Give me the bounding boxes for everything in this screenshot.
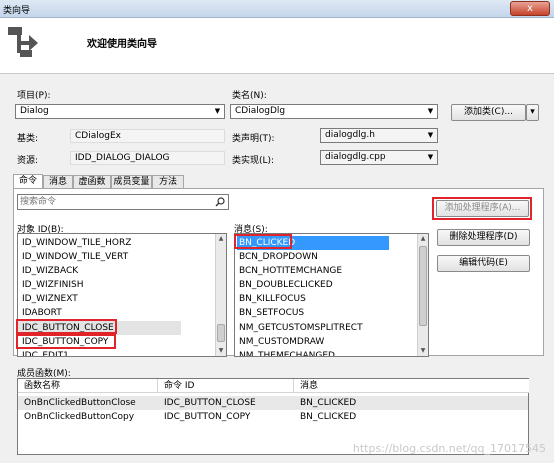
- class-impl-value: dialogdlg.cpp: [325, 152, 386, 162]
- class-impl-combo[interactable]: dialogdlg.cpp ▼: [320, 150, 438, 165]
- list-item[interactable]: BN_SETFOCUS: [239, 306, 304, 320]
- delete-handler-button[interactable]: 删除处理程序(D): [437, 229, 530, 246]
- scroll-up-icon[interactable]: ▲: [418, 234, 428, 244]
- window-title: 类向导: [3, 6, 31, 16]
- search-input[interactable]: [20, 196, 210, 208]
- messages-scrollbar[interactable]: ▲ ▼: [417, 234, 428, 356]
- chevron-down-icon: ▼: [427, 131, 434, 139]
- tab-messages[interactable]: 消息: [43, 175, 73, 189]
- add-class-dropdown-button[interactable]: ▾: [526, 104, 539, 121]
- edit-code-button[interactable]: 编辑代码(E): [437, 255, 530, 272]
- object-id-scrollbar[interactable]: ▲ ▼: [215, 234, 226, 356]
- class-name-combo[interactable]: CDialogDlg ▼: [230, 104, 438, 119]
- title-bar: 类向导 x: [0, 0, 554, 18]
- scroll-up-icon[interactable]: ▲: [216, 234, 226, 244]
- table-cell: BN_CLICKED: [300, 398, 357, 408]
- base-class-label: 基类:: [17, 134, 39, 144]
- highlight-box-bn-clicked: [234, 234, 292, 249]
- table-cell: IDC_BUTTON_CLOSE: [164, 398, 256, 408]
- class-decl-combo[interactable]: dialogdlg.h ▼: [320, 128, 438, 143]
- project-combo[interactable]: Dialog ▼: [15, 104, 225, 119]
- column-header-message[interactable]: 消息: [294, 379, 529, 393]
- resource-value: IDD_DIALOG_DIALOG: [75, 153, 170, 163]
- scroll-down-icon[interactable]: ▼: [418, 346, 428, 356]
- scroll-thumb[interactable]: [217, 324, 225, 342]
- table-cell: IDC_BUTTON_COPY: [164, 412, 251, 422]
- table-cell: OnBnClickedButtonCopy: [24, 412, 135, 422]
- table-cell: OnBnClickedButtonClose: [24, 398, 136, 408]
- welcome-text: 欢迎使用类向导: [87, 39, 157, 50]
- column-header-command-id[interactable]: 命令 ID: [158, 379, 294, 393]
- list-item[interactable]: NM_THEMECHANGED: [239, 349, 335, 356]
- list-item[interactable]: NM_CUSTOMDRAW: [239, 335, 324, 349]
- resource-label: 资源:: [17, 156, 39, 166]
- class-impl-label: 类实现(L):: [232, 156, 275, 166]
- tab-member-variables[interactable]: 成员变量: [111, 175, 152, 189]
- list-item[interactable]: ID_WIZNEXT: [22, 292, 78, 306]
- list-item[interactable]: NM_GETCUSTOMSPLITRECT: [239, 321, 363, 335]
- list-item[interactable]: ID_WIZBACK: [22, 264, 78, 278]
- list-item[interactable]: BCN_DROPDOWN: [239, 250, 318, 264]
- scroll-down-icon[interactable]: ▼: [216, 346, 226, 356]
- tab-methods[interactable]: 方法: [152, 175, 184, 189]
- column-header-function[interactable]: 函数名称: [18, 379, 158, 393]
- list-item[interactable]: ID_WINDOW_TILE_HORZ: [22, 236, 131, 250]
- scroll-thumb[interactable]: [419, 246, 427, 326]
- highlight-box-add-handler: [432, 197, 532, 220]
- tab-virtual-functions[interactable]: 虚函数: [73, 175, 111, 189]
- list-item[interactable]: BN_DOUBLECLICKED: [239, 278, 333, 292]
- project-label: 项目(P):: [17, 91, 51, 101]
- table-cell: BN_CLICKED: [300, 412, 357, 422]
- highlight-box-close: [16, 319, 117, 334]
- chevron-down-icon: ▼: [214, 107, 221, 115]
- list-item[interactable]: IDABORT: [22, 306, 62, 320]
- class-decl-value: dialogdlg.h: [325, 130, 375, 140]
- chevron-down-icon: ▼: [427, 107, 434, 115]
- list-item[interactable]: BCN_HOTITEMCHANGE: [239, 264, 342, 278]
- close-button[interactable]: x: [510, 1, 550, 16]
- class-decl-label: 类声明(T):: [232, 134, 275, 144]
- project-value: Dialog: [20, 106, 49, 116]
- list-item[interactable]: IDC_EDIT1: [22, 349, 69, 356]
- class-name-value: CDialogDlg: [235, 106, 286, 116]
- list-item[interactable]: ID_WINDOW_TILE_VERT: [22, 250, 128, 264]
- class-wizard-icon: [8, 27, 38, 57]
- search-box[interactable]: [17, 194, 229, 210]
- highlight-box-copy: [16, 334, 116, 349]
- wizard-header: 欢迎使用类向导: [0, 18, 554, 74]
- chevron-down-icon: ▼: [427, 153, 434, 161]
- resource-field: IDD_DIALOG_DIALOG: [70, 151, 225, 165]
- class-name-label: 类名(N):: [232, 91, 267, 101]
- list-item[interactable]: ID_WIZFINISH: [22, 278, 84, 292]
- base-class-value: CDialogEx: [75, 131, 121, 141]
- search-icon[interactable]: [215, 197, 225, 207]
- add-class-button[interactable]: 添加类(C)...: [451, 104, 526, 121]
- watermark-text: https://blog.csdn.net/qq_17017545: [352, 442, 546, 455]
- list-item[interactable]: BN_KILLFOCUS: [239, 292, 306, 306]
- messages-list[interactable]: BN_CLICKED BCN_DROPDOWN BCN_HOTITEMCHANG…: [234, 233, 429, 357]
- base-class-field: CDialogEx: [70, 129, 225, 143]
